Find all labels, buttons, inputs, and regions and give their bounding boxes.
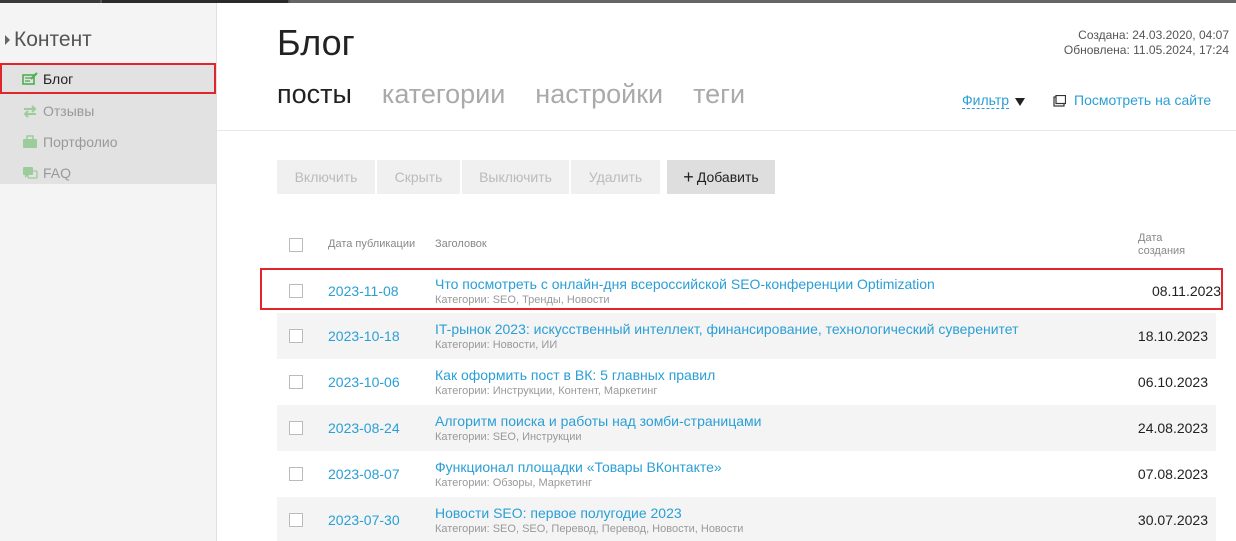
sidebar-item-label: FAQ	[43, 164, 72, 181]
tab-tags[interactable]: теги	[693, 79, 745, 110]
page-title: Блог	[277, 22, 355, 63]
header-divider	[217, 130, 1236, 131]
briefcase-icon	[22, 134, 38, 149]
caret-down-icon	[1015, 98, 1026, 106]
row-title-link[interactable]: Что посмотреть с онлайн-дня всероссийско…	[435, 276, 935, 292]
tabs: посты категории настройки теги	[277, 79, 775, 110]
tab-settings[interactable]: настройки	[535, 79, 663, 110]
row-checkbox[interactable]	[289, 467, 303, 481]
row-title-link[interactable]: Алгоритм поиска и работы над зомби-стран…	[435, 413, 761, 429]
sidebar-list: Блог Отзывы Портфолио FAQ	[0, 63, 216, 184]
blog-edit-icon	[22, 71, 38, 86]
updated-timestamp: Обновлена: 11.05.2024, 17:24	[1063, 43, 1229, 57]
sidebar-item-portfolio[interactable]: Портфолио	[0, 126, 216, 157]
plus-icon: +	[683, 167, 694, 187]
row-categories: Категории: Новости, ИИ	[435, 339, 558, 351]
enable-button[interactable]: Включить	[277, 160, 375, 194]
select-all-checkbox[interactable]	[289, 238, 303, 252]
row-date-link[interactable]: 2023-08-07	[328, 466, 400, 482]
table-row: 2023-11-08 Что посмотреть с онлайн-дня в…	[260, 268, 1223, 310]
row-created-date: 07.08.2023	[1137, 466, 1208, 482]
sidebar-section-title: Контент	[14, 28, 92, 51]
window-icon	[1053, 94, 1067, 107]
row-title-link[interactable]: Новости SEO: первое полугодие 2023	[435, 505, 682, 521]
row-created-date: 30.07.2023	[1137, 512, 1208, 528]
tab-categories[interactable]: категории	[382, 79, 505, 110]
row-date-link[interactable]: 2023-07-30	[328, 512, 400, 528]
sidebar-item-blog[interactable]: Блог	[0, 63, 216, 94]
table-header: Дата публикации Заголовок Дата создания	[277, 228, 1216, 262]
sidebar-section-header[interactable]: Контент	[5, 28, 92, 52]
add-button-label: Добавить	[696, 169, 759, 185]
sidebar-item-faq[interactable]: FAQ	[0, 157, 216, 188]
arrows-exchange-icon	[22, 104, 38, 118]
view-site-label: Посмотреть на сайте	[1074, 92, 1212, 108]
column-header-created-line1: Дата	[1138, 232, 1163, 244]
sidebar: Контент Блог Отзывы Портфолио FAQ	[0, 3, 217, 541]
row-categories: Категории: Обзоры, Маркетинг	[435, 477, 592, 489]
row-categories: Категории: SEO, Инструкции	[435, 431, 582, 443]
row-created-date: 18.10.2023	[1137, 328, 1208, 344]
row-created-date: 24.08.2023	[1137, 420, 1208, 436]
hide-button[interactable]: Скрыть	[377, 160, 460, 194]
row-categories: Категории: SEO, Тренды, Новости	[435, 294, 610, 306]
table-row: 2023-10-06 Как оформить пост в ВК: 5 гла…	[277, 359, 1216, 405]
table-row: 2023-08-07 Функционал площадки «Товары В…	[277, 451, 1216, 497]
delete-button[interactable]: Удалить	[571, 160, 660, 194]
row-title-link[interactable]: IT-рынок 2023: искусственный интеллект, …	[435, 321, 1019, 337]
sidebar-item-label: Блог	[43, 70, 74, 87]
filter-dropdown[interactable]: Фильтр	[962, 92, 1026, 109]
row-date-link[interactable]: 2023-10-06	[328, 374, 400, 390]
top-bar-segment	[290, 0, 1236, 3]
action-toolbar: Включить Скрыть Выключить Удалить + Доба…	[277, 160, 777, 194]
row-date-link[interactable]: 2023-08-24	[328, 420, 400, 436]
filter-label: Фильтр	[962, 92, 1010, 109]
table-row: 2023-10-18 IT-рынок 2023: искусственный …	[277, 313, 1216, 359]
row-checkbox[interactable]	[289, 513, 303, 527]
expand-triangle-icon	[5, 35, 10, 45]
faq-chat-icon	[22, 166, 38, 180]
row-checkbox[interactable]	[289, 284, 303, 298]
row-created-date: 08.11.2023	[1151, 283, 1221, 299]
table-row: 2023-08-24 Алгоритм поиска и работы над …	[277, 405, 1216, 451]
page-meta: Создана: 24.03.2020, 04:07 Обновлена: 11…	[1064, 28, 1229, 58]
sidebar-item-label: Отзывы	[43, 102, 95, 119]
column-header-created-line2: создания	[1138, 245, 1186, 257]
row-categories: Категории: Инструкции, Контент, Маркетин…	[435, 385, 658, 397]
tab-posts[interactable]: посты	[277, 79, 352, 110]
column-header-created[interactable]: Дата создания	[1138, 232, 1198, 258]
row-date-link[interactable]: 2023-11-08	[328, 283, 399, 299]
row-title-link[interactable]: Как оформить пост в ВК: 5 главных правил	[435, 367, 715, 383]
table-row: 2023-07-30 Новости SEO: первое полугодие…	[277, 497, 1216, 541]
column-header-date[interactable]: Дата публикации	[328, 238, 415, 250]
row-created-date: 06.10.2023	[1137, 374, 1208, 390]
row-date-link[interactable]: 2023-10-18	[328, 328, 400, 344]
row-checkbox[interactable]	[289, 329, 303, 343]
row-checkbox[interactable]	[289, 375, 303, 389]
row-title-link[interactable]: Функционал площадки «Товары ВКонтакте»	[435, 459, 722, 475]
add-button[interactable]: + Добавить	[667, 160, 775, 194]
row-categories: Категории: SEO, SEO, Перевод, Перевод, Н…	[435, 523, 744, 535]
disable-button[interactable]: Выключить	[462, 160, 569, 194]
column-header-title[interactable]: Заголовок	[435, 238, 487, 250]
view-site-link[interactable]: Посмотреть на сайте	[1053, 92, 1211, 108]
row-checkbox[interactable]	[289, 421, 303, 435]
sidebar-item-label: Портфолио	[43, 133, 118, 150]
created-timestamp: Создана: 24.03.2020, 04:07	[1078, 28, 1229, 42]
sidebar-item-reviews[interactable]: Отзывы	[0, 95, 216, 126]
